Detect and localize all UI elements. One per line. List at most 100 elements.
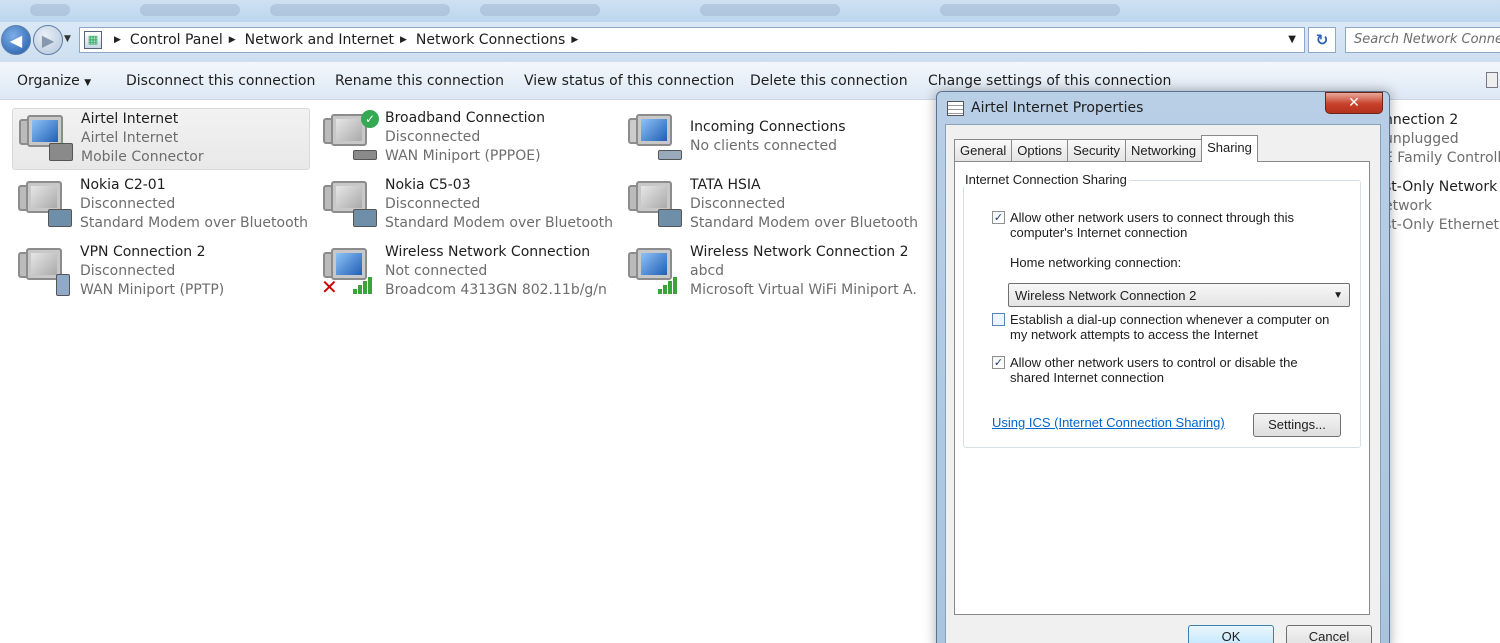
ok-button[interactable]: OK	[1188, 625, 1274, 643]
connection-item[interactable]: Airtel Internet Airtel Internet Mobile C…	[12, 108, 310, 170]
titlebar-blur	[700, 4, 840, 16]
chevron-right-icon[interactable]: ▶	[571, 35, 578, 45]
settings-button[interactable]: Settings...	[1253, 413, 1341, 437]
connection-name: Nokia C2-01	[80, 177, 166, 193]
connection-device: E Family Controlle	[1384, 150, 1500, 166]
breadcrumb-network-and-internet[interactable]: Network and Internet ▶	[245, 32, 416, 48]
connection-item[interactable]: ✓ Broadband Connection Disconnected WAN …	[317, 108, 615, 170]
search-input[interactable]: Search Network Connections	[1345, 27, 1500, 53]
tab-strip: General Options Security Networking Shar…	[954, 135, 1258, 162]
connection-name: Wireless Network Connection	[385, 244, 591, 260]
modem-icon	[18, 179, 74, 229]
breadcrumb-network-connections[interactable]: Network Connections ▶	[416, 32, 587, 48]
organize-button[interactable]: Organize ▼	[17, 73, 91, 89]
delete-button[interactable]: Delete this connection	[750, 73, 908, 89]
dialup-label: Establish a dial-up connection whenever …	[1010, 312, 1330, 327]
connection-status: abcd	[690, 263, 725, 279]
titlebar-blur	[940, 4, 1120, 16]
change-settings-button[interactable]: Change settings of this connection	[928, 73, 1171, 89]
connection-name[interactable]: st-Only Network	[1384, 179, 1497, 195]
connection-status: unplugged	[1384, 131, 1459, 147]
chevron-right-icon[interactable]: ▶	[400, 35, 407, 45]
connection-item[interactable]: Wireless Network Connection 2 abcd Micro…	[622, 242, 920, 304]
address-bar[interactable]: ▦ ▶ Control Panel ▶ Network and Internet ▶…	[79, 27, 1305, 53]
connection-device: WAN Miniport (PPTP)	[80, 282, 225, 298]
chevron-down-icon: ▼	[84, 78, 92, 88]
connection-device: Standard Modem over Bluetooth ...	[385, 215, 613, 231]
view-status-button[interactable]: View status of this connection	[524, 73, 734, 89]
address-row: ◀ ▶ ▼ ▦ ▶ Control Panel ▶ Network and Int…	[0, 22, 1500, 62]
home-networking-value: Wireless Network Connection 2	[1015, 288, 1197, 303]
connection-status: Disconnected	[690, 196, 786, 212]
connection-device: Standard Modem over Bluetooth ...	[80, 215, 308, 231]
window-titlebar	[0, 0, 1500, 22]
connection-status: Disconnected	[385, 129, 481, 145]
connection-item[interactable]: ✕ Wireless Network Connection Not connec…	[317, 242, 615, 304]
connection-name[interactable]: nnection 2	[1384, 112, 1458, 128]
ics-help-link[interactable]: Using ICS (Internet Connection Sharing)	[992, 415, 1225, 430]
tab-security[interactable]: Security	[1067, 139, 1127, 162]
connection-device: Broadcom 4313GN 802.11b/g/n 1...	[385, 282, 613, 298]
disconnect-button[interactable]: Disconnect this connection	[126, 73, 315, 89]
cancel-button[interactable]: Cancel	[1286, 625, 1372, 643]
view-options-icon[interactable]	[1486, 72, 1498, 88]
wireless-disconnected-icon: ✕	[321, 246, 379, 299]
tab-sharing[interactable]: Sharing	[1201, 135, 1258, 162]
connection-name: Wireless Network Connection 2	[690, 244, 909, 260]
connection-item[interactable]: Incoming Connections No clients connecte…	[622, 108, 920, 170]
connection-device: WAN Miniport (PPPOE)	[385, 148, 541, 164]
connection-item[interactable]: VPN Connection 2 Disconnected WAN Minipo…	[12, 242, 310, 304]
connection-name: Nokia C5-03	[385, 177, 471, 193]
breadcrumb-separator[interactable]: ▶	[108, 35, 130, 45]
connection-item[interactable]: TATA HSIA Disconnected Standard Modem ov…	[622, 175, 920, 237]
connection-item[interactable]: Nokia C2-01 Disconnected Standard Modem …	[12, 175, 310, 237]
signal-bars-icon	[658, 276, 682, 294]
connection-device: Mobile Connector	[81, 149, 204, 165]
connection-status: Disconnected	[80, 263, 176, 279]
tab-networking[interactable]: Networking	[1125, 139, 1203, 162]
titlebar-blur	[270, 4, 450, 16]
allow-connect-checkbox[interactable]: ✓	[992, 211, 1005, 224]
back-button[interactable]: ◀	[1, 25, 31, 55]
titlebar-blur	[480, 4, 600, 16]
connection-device: Microsoft Virtual WiFi Miniport A...	[690, 282, 918, 298]
titlebar-blur	[140, 4, 240, 16]
vpn-icon	[18, 246, 74, 296]
close-button[interactable]: ✕	[1325, 92, 1383, 114]
red-x-icon: ✕	[321, 275, 338, 299]
chevron-right-icon[interactable]: ▶	[229, 35, 236, 45]
chevron-down-icon: ▼	[1333, 290, 1343, 301]
ics-group: ✓ Allow other network users to connect t…	[963, 180, 1361, 448]
tab-options[interactable]: Options	[1011, 139, 1069, 162]
wireless-icon	[628, 246, 684, 296]
arrow-left-icon: ◀	[9, 30, 23, 50]
mobile-connector-icon	[19, 113, 75, 163]
phone-device-icon	[49, 143, 73, 161]
arrow-right-icon: ▶	[41, 30, 55, 50]
sharing-tab-panel: ✓ Allow other network users to connect t…	[954, 161, 1370, 615]
recent-pages-dropdown[interactable]: ▼	[64, 34, 71, 44]
connection-name: TATA HSIA	[690, 177, 761, 193]
connection-status: Disconnected	[385, 196, 481, 212]
address-history-dropdown[interactable]: ▼	[1288, 34, 1296, 45]
connection-name: VPN Connection 2	[80, 244, 206, 260]
connection-status: Airtel Internet	[81, 130, 179, 146]
connection-item[interactable]: Nokia C5-03 Disconnected Standard Modem …	[317, 175, 615, 237]
forward-button[interactable]: ▶	[33, 25, 63, 55]
tab-general[interactable]: General	[954, 139, 1013, 162]
refresh-button[interactable]: ↻	[1308, 27, 1336, 53]
home-networking-select[interactable]: Wireless Network Connection 2 ▼	[1008, 283, 1350, 307]
allow-control-label-line2: shared Internet connection	[1010, 370, 1164, 385]
dialup-checkbox[interactable]	[992, 313, 1005, 326]
ics-group-title: Internet Connection Sharing	[963, 172, 1129, 187]
modem-icon	[323, 179, 379, 229]
breadcrumb-label: Network and Internet	[244, 32, 394, 48]
breadcrumb-label: Control Panel	[129, 32, 223, 48]
network-adapter-icon	[658, 150, 682, 160]
monitor-icon	[636, 114, 672, 146]
connection-name: Broadband Connection	[385, 110, 545, 126]
breadcrumb-control-panel[interactable]: Control Panel ▶	[130, 32, 245, 48]
allow-connect-label-line2: computer's Internet connection	[1010, 225, 1188, 240]
allow-control-checkbox[interactable]: ✓	[992, 356, 1005, 369]
rename-button[interactable]: Rename this connection	[335, 73, 504, 89]
